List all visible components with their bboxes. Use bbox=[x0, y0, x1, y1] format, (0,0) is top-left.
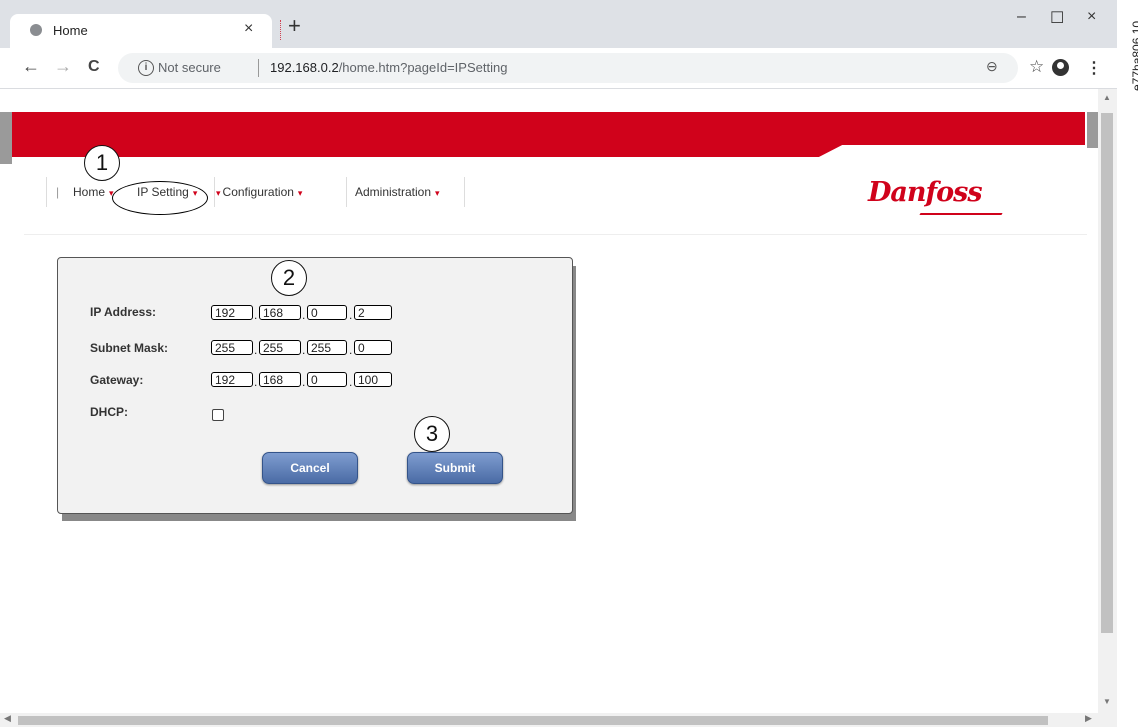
new-tab-button[interactable]: + bbox=[288, 13, 301, 39]
dhcp-checkbox[interactable] bbox=[212, 409, 224, 421]
gateway-label: Gateway: bbox=[90, 373, 144, 387]
url-path: /home.htm?pageId=IPSetting bbox=[338, 60, 508, 75]
ip-octet-3[interactable]: 0 bbox=[307, 305, 347, 320]
gateway-octet-3[interactable]: 0 bbox=[307, 372, 347, 387]
nav-pipe: | bbox=[56, 185, 60, 199]
screenshot: Home × + – ☐ × ← → C i Not secure 192.16… bbox=[0, 0, 1138, 727]
highlight-ellipse bbox=[112, 181, 208, 215]
reload-button[interactable]: C bbox=[88, 58, 100, 76]
subnet-octet-2[interactable]: 255 bbox=[259, 340, 301, 355]
minimize-button[interactable]: – bbox=[1017, 8, 1026, 26]
nav-divider bbox=[214, 177, 215, 207]
gateway-octet-2[interactable]: 168 bbox=[259, 372, 301, 387]
submit-button[interactable]: Submit bbox=[407, 452, 503, 484]
address-divider bbox=[258, 59, 259, 77]
vertical-scroll-thumb[interactable] bbox=[1101, 113, 1113, 633]
tab-divider bbox=[280, 20, 282, 40]
nav-label: Administration bbox=[355, 185, 432, 199]
scroll-down-icon[interactable]: ▼ bbox=[1103, 697, 1111, 706]
ip-octet-2[interactable]: 168 bbox=[259, 305, 301, 320]
octet-dot: . bbox=[254, 308, 258, 322]
octet-dot: . bbox=[349, 308, 353, 322]
ip-setting-panel: IP Address: Subnet Mask: Gateway: DHCP: … bbox=[57, 257, 573, 514]
security-label: Not secure bbox=[158, 60, 221, 75]
globe-icon bbox=[30, 24, 42, 36]
ip-address-label: IP Address: bbox=[90, 305, 157, 319]
account-icon[interactable] bbox=[1052, 59, 1069, 76]
tab-close-icon[interactable]: × bbox=[244, 20, 253, 38]
vertical-scrollbar[interactable]: ▲ ▼ bbox=[1098, 89, 1117, 713]
browser-tab-home[interactable]: Home × bbox=[10, 14, 272, 48]
ip-octet-4[interactable]: 2 bbox=[354, 305, 392, 320]
danfoss-logo: Danfoss bbox=[868, 177, 983, 208]
nav-divider bbox=[346, 177, 347, 207]
octet-dot: . bbox=[302, 308, 306, 322]
menu-icon[interactable]: ⋮ bbox=[1086, 58, 1102, 78]
web-page: | Home ▾ IP Setting ▾ ▾ Configuration ▾ Admi… bbox=[0, 89, 1099, 713]
octet-dot: . bbox=[302, 343, 306, 357]
info-icon[interactable]: i bbox=[138, 60, 154, 76]
caption-text: e77ha806.10 bbox=[1130, 20, 1138, 91]
subnet-octet-1[interactable]: 255 bbox=[211, 340, 253, 355]
nav-divider bbox=[46, 177, 47, 207]
browser-tab-strip: Home × + – ☐ × bbox=[0, 0, 1117, 48]
nav-item-home[interactable]: Home ▾ bbox=[73, 185, 114, 199]
forward-button[interactable]: → bbox=[54, 56, 72, 77]
octet-dot: . bbox=[349, 343, 353, 357]
gateway-octet-4[interactable]: 100 bbox=[354, 372, 392, 387]
subnet-mask-label: Subnet Mask: bbox=[90, 341, 169, 355]
figure-caption: e77ha806.10 bbox=[1127, 12, 1138, 92]
nav-label: Home bbox=[73, 185, 106, 199]
scroll-right-icon[interactable]: ▶ bbox=[1085, 713, 1092, 724]
caret-down-icon: ▾ bbox=[297, 188, 303, 198]
nav-underline bbox=[24, 234, 1087, 235]
horizontal-scrollbar[interactable]: ◀ ▶ bbox=[0, 713, 1117, 727]
banner-shadow-left bbox=[0, 112, 12, 164]
scroll-up-icon[interactable]: ▲ bbox=[1103, 93, 1111, 102]
address-bar[interactable]: i Not secure 192.168.0.2/home.htm?pageId… bbox=[118, 53, 1018, 83]
url-host: 192.168.0.2 bbox=[270, 60, 339, 75]
caret-left-icon: ▾ bbox=[216, 188, 221, 198]
header-banner bbox=[0, 112, 1099, 164]
cancel-button[interactable]: Cancel bbox=[262, 452, 358, 484]
subnet-octet-4[interactable]: 0 bbox=[354, 340, 392, 355]
gateway-octet-1[interactable]: 192 bbox=[211, 372, 253, 387]
nav-label: Configuration bbox=[222, 185, 294, 199]
nav-divider bbox=[464, 177, 465, 207]
scroll-left-icon[interactable]: ◀ bbox=[4, 713, 11, 724]
octet-dot: . bbox=[254, 343, 258, 357]
octet-dot: . bbox=[349, 375, 353, 389]
callout-3: 3 bbox=[414, 416, 450, 452]
horizontal-scroll-thumb[interactable] bbox=[18, 716, 1048, 725]
back-button[interactable]: ← bbox=[22, 56, 40, 77]
nav-item-administration[interactable]: Administration ▾ bbox=[355, 185, 440, 199]
octet-dot: . bbox=[302, 375, 306, 389]
browser-toolbar: ← → C i Not secure 192.168.0.2/home.htm?… bbox=[0, 48, 1117, 89]
callout-2: 2 bbox=[271, 260, 307, 296]
window-close-button[interactable]: × bbox=[1087, 8, 1096, 26]
maximize-button[interactable]: ☐ bbox=[1050, 8, 1064, 28]
url-text[interactable]: 192.168.0.2/home.htm?pageId=IPSetting bbox=[270, 60, 507, 75]
ip-octet-1[interactable]: 192 bbox=[211, 305, 253, 320]
octet-dot: . bbox=[254, 375, 258, 389]
callout-1: 1 bbox=[84, 145, 120, 181]
subnet-octet-3[interactable]: 255 bbox=[307, 340, 347, 355]
bookmark-star-icon[interactable]: ☆ bbox=[1029, 57, 1044, 77]
zoom-icon[interactable]: ⊖ bbox=[986, 58, 998, 75]
nav-item-configuration[interactable]: ▾ Configuration ▾ bbox=[216, 185, 302, 199]
dhcp-label: DHCP: bbox=[90, 405, 128, 419]
caret-down-icon: ▾ bbox=[435, 188, 440, 198]
banner-cutout bbox=[815, 145, 1087, 159]
tab-title: Home bbox=[53, 23, 88, 38]
